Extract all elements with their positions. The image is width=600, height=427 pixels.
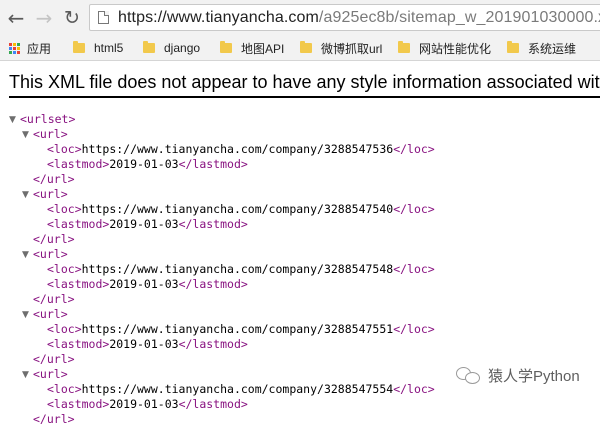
- bookmark-apps[interactable]: 应用: [9, 39, 51, 57]
- xml-url-close: </url>: [33, 172, 75, 186]
- browser-toolbar: ← → ↻ https://www.tianyancha.com/a925ec8…: [0, 0, 600, 36]
- xml-url-open: ▼ <url>: [22, 127, 68, 143]
- lastmod-value: 2019-01-03: [109, 397, 179, 411]
- xml-loc-line: <loc>https://www.tianyancha.com/company/…: [47, 142, 435, 156]
- collapse-triangle-icon[interactable]: ▼: [22, 368, 29, 383]
- watermark: 猿人学Python: [456, 365, 580, 386]
- folder-icon: [73, 41, 85, 53]
- page-icon: [98, 11, 109, 24]
- watermark-text: 猿人学Python: [488, 368, 580, 385]
- collapse-triangle-icon[interactable]: ▼: [22, 308, 29, 323]
- xml-loc-line: <loc>https://www.tianyancha.com/company/…: [47, 322, 435, 336]
- xml-url-open: ▼ <url>: [22, 247, 68, 263]
- back-button[interactable]: ←: [3, 5, 29, 31]
- xml-loc-line: <loc>https://www.tianyancha.com/company/…: [47, 202, 435, 216]
- loc-value: https://www.tianyancha.com/company/32885…: [81, 202, 394, 216]
- bookmark-label: 网站性能优化: [419, 41, 492, 56]
- reload-button[interactable]: ↻: [59, 5, 85, 31]
- xml-url-open: ▼ <url>: [22, 187, 68, 203]
- bookmark-label: django: [164, 41, 201, 55]
- bookmark-label: 应用: [27, 41, 52, 56]
- url-origin: https://www.tianyancha.com: [118, 9, 319, 26]
- xml-lastmod-line: <lastmod>2019-01-03</lastmod>: [47, 397, 248, 411]
- lastmod-value: 2019-01-03: [109, 217, 179, 231]
- folder-icon: [220, 41, 232, 53]
- bookmark-map-api[interactable]: 地图API: [220, 39, 284, 57]
- xml-url-open: ▼ <url>: [22, 367, 68, 383]
- folder-icon: [300, 41, 312, 53]
- collapse-triangle-icon[interactable]: ▼: [22, 188, 29, 203]
- xml-url-close: </url>: [33, 292, 75, 306]
- loc-value: https://www.tianyancha.com/company/32885…: [81, 142, 394, 156]
- collapse-triangle-icon[interactable]: ▼: [9, 113, 16, 128]
- url-path: /a925ec8b/sitemap_w_201901030000.xml: [318, 9, 600, 26]
- wechat-icon: [456, 366, 482, 386]
- bookmark-label: 地图API: [241, 41, 285, 56]
- forward-button[interactable]: →: [31, 5, 57, 31]
- arrow-left-icon: ←: [7, 6, 25, 30]
- loc-value: https://www.tianyancha.com/company/32885…: [81, 382, 394, 396]
- xml-url-close: </url>: [33, 352, 75, 366]
- bookmark-label: 系统运维: [528, 41, 577, 56]
- divider: [9, 96, 600, 98]
- loc-value: https://www.tianyancha.com/company/32885…: [81, 262, 394, 276]
- arrow-right-icon: →: [35, 6, 53, 30]
- xml-url-close: </url>: [33, 412, 75, 426]
- folder-icon: [507, 41, 519, 53]
- xml-url-close: </url>: [33, 232, 75, 246]
- apps-grid-icon: [9, 42, 20, 54]
- xml-root-open: ▼ <urlset>: [9, 112, 76, 128]
- lastmod-value: 2019-01-03: [109, 277, 179, 291]
- xml-loc-line: <loc>https://www.tianyancha.com/company/…: [47, 382, 435, 396]
- xml-style-info-message: This XML file does not appear to have an…: [9, 72, 600, 92]
- bookmark-site-performance[interactable]: 网站性能优化: [398, 39, 491, 57]
- xml-lastmod-line: <lastmod>2019-01-03</lastmod>: [47, 337, 248, 351]
- reload-icon: ↻: [64, 7, 80, 29]
- xml-lastmod-line: <lastmod>2019-01-03</lastmod>: [47, 277, 248, 291]
- folder-icon: [398, 41, 410, 53]
- address-bar[interactable]: https://www.tianyancha.com/a925ec8b/site…: [89, 4, 600, 31]
- collapse-triangle-icon[interactable]: ▼: [22, 248, 29, 263]
- folder-icon: [143, 41, 155, 53]
- bookmark-django[interactable]: django: [143, 39, 200, 57]
- xml-url-open: ▼ <url>: [22, 307, 68, 323]
- xml-lastmod-line: <lastmod>2019-01-03</lastmod>: [47, 217, 248, 231]
- xml-loc-line: <loc>https://www.tianyancha.com/company/…: [47, 262, 435, 276]
- url-text[interactable]: https://www.tianyancha.com/a925ec8b/site…: [118, 9, 600, 27]
- lastmod-value: 2019-01-03: [109, 337, 179, 351]
- bookmark-weibo-url[interactable]: 微博抓取url: [300, 39, 382, 57]
- bookmark-label: 微博抓取url: [321, 41, 383, 56]
- loc-value: https://www.tianyancha.com/company/32885…: [81, 322, 394, 336]
- bookmark-html5[interactable]: html5: [73, 39, 123, 57]
- bookmarks-bar: 应用 html5 django 地图API 微博抓取url 网站性能优化 系统运…: [0, 36, 600, 61]
- xml-lastmod-line: <lastmod>2019-01-03</lastmod>: [47, 157, 248, 171]
- bookmark-label: html5: [94, 41, 124, 55]
- collapse-triangle-icon[interactable]: ▼: [22, 128, 29, 143]
- lastmod-value: 2019-01-03: [109, 157, 179, 171]
- bookmark-sysops[interactable]: 系统运维: [507, 39, 576, 57]
